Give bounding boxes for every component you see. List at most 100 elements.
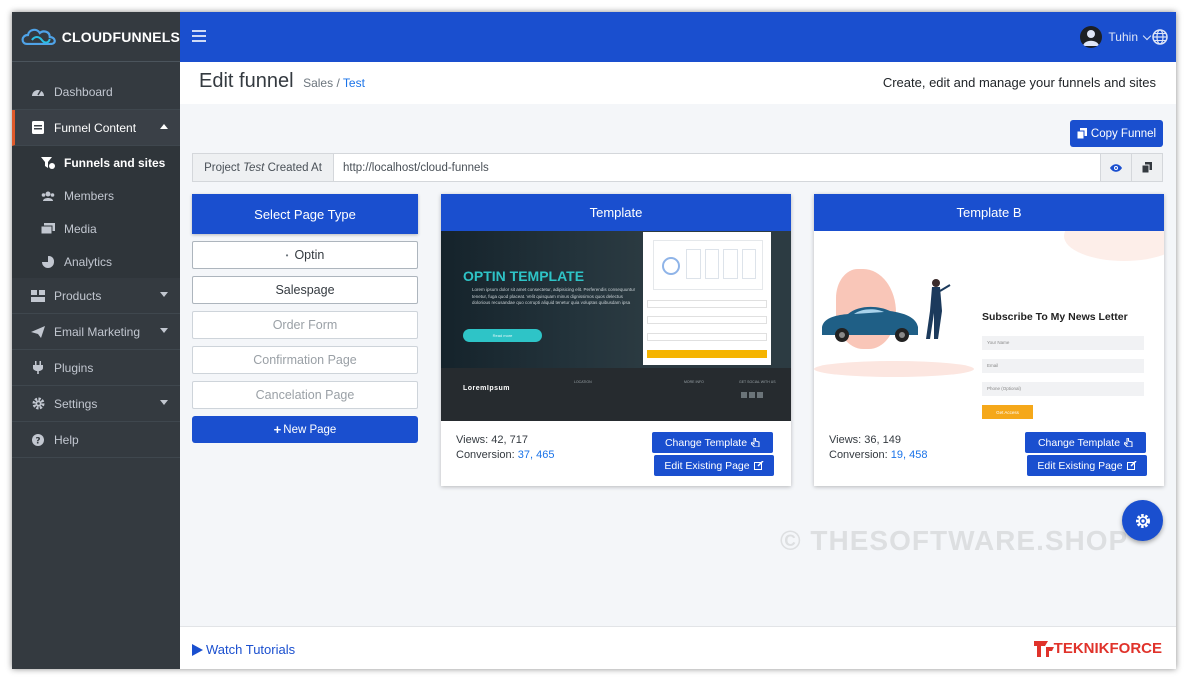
hamburger-menu-icon[interactable] xyxy=(192,30,206,42)
cloud-logo-icon xyxy=(21,28,56,45)
preview-submit xyxy=(647,350,767,358)
conversion-label: Conversion: xyxy=(456,449,515,461)
sidebar-item-help[interactable]: ? Help xyxy=(12,422,180,458)
plug-icon xyxy=(30,361,46,375)
caret-up-icon xyxy=(160,124,168,129)
preview-button[interactable] xyxy=(1100,154,1131,181)
template-b-card-title: Template B xyxy=(814,194,1164,231)
page-type-cancelation[interactable]: Cancelation Page xyxy=(192,381,418,409)
watch-tutorials-link[interactable]: Watch Tutorials xyxy=(192,642,295,657)
template-b-card: Template B Subscribe To My News Letter Y… xyxy=(814,194,1164,486)
sidebar-item-label: Products xyxy=(54,288,102,303)
change-template-button[interactable]: Change Template xyxy=(652,432,773,453)
settings-fab-button[interactable] xyxy=(1122,500,1163,541)
copy-funnel-label: Copy Funnel xyxy=(1090,127,1157,140)
preview-heading: OPTIN TEMPLATE xyxy=(463,268,585,284)
sidebar-item-label: Funnels and sites xyxy=(64,155,166,170)
preview-shadow xyxy=(814,361,974,377)
preview-field xyxy=(647,300,767,308)
template-stats: Views: 42, 717 Conversion: 37, 465 xyxy=(456,433,554,463)
chevron-down-icon xyxy=(1142,31,1152,40)
sidebar-item-analytics[interactable]: Analytics xyxy=(12,245,180,278)
gear-icon xyxy=(1135,513,1150,528)
sidebar-item-dashboard[interactable]: Dashboard xyxy=(12,74,180,110)
sidebar-item-label: Media xyxy=(64,221,97,236)
copy-funnel-button[interactable]: Copy Funnel xyxy=(1070,120,1163,147)
edit-page-label: Edit Existing Page xyxy=(1037,459,1123,472)
sidebar-item-email-marketing[interactable]: Email Marketing xyxy=(12,314,180,350)
change-template-label: Change Template xyxy=(664,436,748,449)
copy-url-button[interactable] xyxy=(1131,154,1162,181)
sidebar-item-funnels-and-sites[interactable]: Funnels and sites xyxy=(12,146,180,179)
sidebar-item-label: Settings xyxy=(54,396,98,411)
caret-down-icon xyxy=(160,328,168,333)
conversion-label: Conversion: xyxy=(829,449,888,461)
pointer-icon xyxy=(751,438,760,447)
paper-plane-icon xyxy=(30,325,46,339)
project-url-field[interactable]: http://localhost/cloud-funnels xyxy=(334,154,1100,181)
user-name: Tuhin xyxy=(1108,30,1138,44)
project-label: Project Test Created At xyxy=(193,154,334,181)
sidebar-item-label: Plugins xyxy=(54,360,94,375)
sidebar-item-label: Analytics xyxy=(64,254,113,269)
sidebar: CLOUDFUNNELS Dashboard Funnel Content Fu… xyxy=(12,12,180,669)
page-type-salespage[interactable]: Salespage xyxy=(192,276,418,304)
caret-down-icon xyxy=(160,400,168,405)
views-label: Views: xyxy=(829,434,862,446)
svg-text:?: ? xyxy=(35,436,40,446)
page-type-optin[interactable]: • Optin xyxy=(192,241,418,269)
sidebar-item-media[interactable]: Media xyxy=(12,212,180,245)
funnels-icon xyxy=(40,156,56,170)
logo-text: TEKNIKFORCE xyxy=(1053,640,1162,657)
page-type-order-form[interactable]: Order Form xyxy=(192,311,418,339)
preview-dashboard-mock xyxy=(653,240,763,290)
plus-icon: + xyxy=(273,422,282,437)
preview-col-social: GET SOCIAL WITH US xyxy=(739,380,776,384)
preview-brand: LoremIpsum xyxy=(463,385,511,392)
user-menu[interactable]: Tuhin xyxy=(1080,26,1152,48)
preview-col-more: MORE INFO xyxy=(684,380,704,384)
sidebar-item-products[interactable]: Products xyxy=(12,278,180,314)
breadcrumb: Sales / Test xyxy=(303,76,365,90)
preview-body: Lorem ipsum dolor sit amet consectetur, … xyxy=(472,287,636,305)
edit-icon xyxy=(753,461,764,470)
template-b-preview[interactable]: Subscribe To My News Letter Your Name Em… xyxy=(814,231,1164,421)
content-header: Edit funnel Sales / Test Create, edit an… xyxy=(180,62,1176,104)
edit-existing-page-button[interactable]: Edit Existing Page xyxy=(1027,455,1147,476)
sidebar-item-plugins[interactable]: Plugins xyxy=(12,350,180,386)
new-page-button[interactable]: + New Page xyxy=(192,416,418,443)
app-window: CLOUDFUNNELS Dashboard Funnel Content Fu… xyxy=(12,12,1176,669)
preview-blob xyxy=(1064,231,1164,261)
breadcrumb-sales: Sales xyxy=(303,76,334,90)
funnel-content-icon xyxy=(30,121,46,135)
change-template-button[interactable]: Change Template xyxy=(1025,432,1146,453)
pointer-icon xyxy=(1124,438,1133,447)
preview-subscribe-heading: Subscribe To My News Letter xyxy=(982,311,1128,323)
breadcrumb-test-link[interactable]: Test xyxy=(343,76,365,90)
views-value: 36, 149 xyxy=(864,434,901,446)
page-type-confirmation[interactable]: Confirmation Page xyxy=(192,346,418,374)
globe-icon[interactable] xyxy=(1152,29,1168,45)
sidebar-item-funnel-content[interactable]: Funnel Content xyxy=(12,110,180,146)
edit-existing-page-button[interactable]: Edit Existing Page xyxy=(654,455,774,476)
change-template-label: Change Template xyxy=(1037,436,1121,449)
new-page-label: New Page xyxy=(283,423,337,436)
sidebar-item-settings[interactable]: Settings xyxy=(12,386,180,422)
preview-cta: Read more xyxy=(463,329,542,342)
teknikforce-logo-icon xyxy=(1033,640,1054,657)
sidebar-item-members[interactable]: Members xyxy=(12,179,180,212)
page-type-panel: Select Page Type • Optin Salespage Order… xyxy=(192,194,418,443)
page-type-label: Optin xyxy=(294,248,325,262)
products-icon xyxy=(30,289,46,303)
pie-chart-icon xyxy=(40,255,56,269)
edit-icon xyxy=(1126,461,1137,470)
watermark: © THESOFTWARE.SHOP xyxy=(780,525,1129,556)
sidebar-item-label: Funnel Content xyxy=(54,120,137,135)
brand[interactable]: CLOUDFUNNELS xyxy=(12,12,180,62)
teknikforce-logo: TEKNIKFORCE xyxy=(1033,640,1162,657)
project-url-bar: Project Test Created At http://localhost… xyxy=(192,153,1163,182)
users-icon xyxy=(40,189,56,203)
template-preview[interactable]: OPTIN TEMPLATE Lorem ipsum dolor sit ame… xyxy=(441,231,791,421)
page-title-text: Edit funnel xyxy=(199,70,294,92)
conversion-value: 37, 465 xyxy=(517,449,555,461)
